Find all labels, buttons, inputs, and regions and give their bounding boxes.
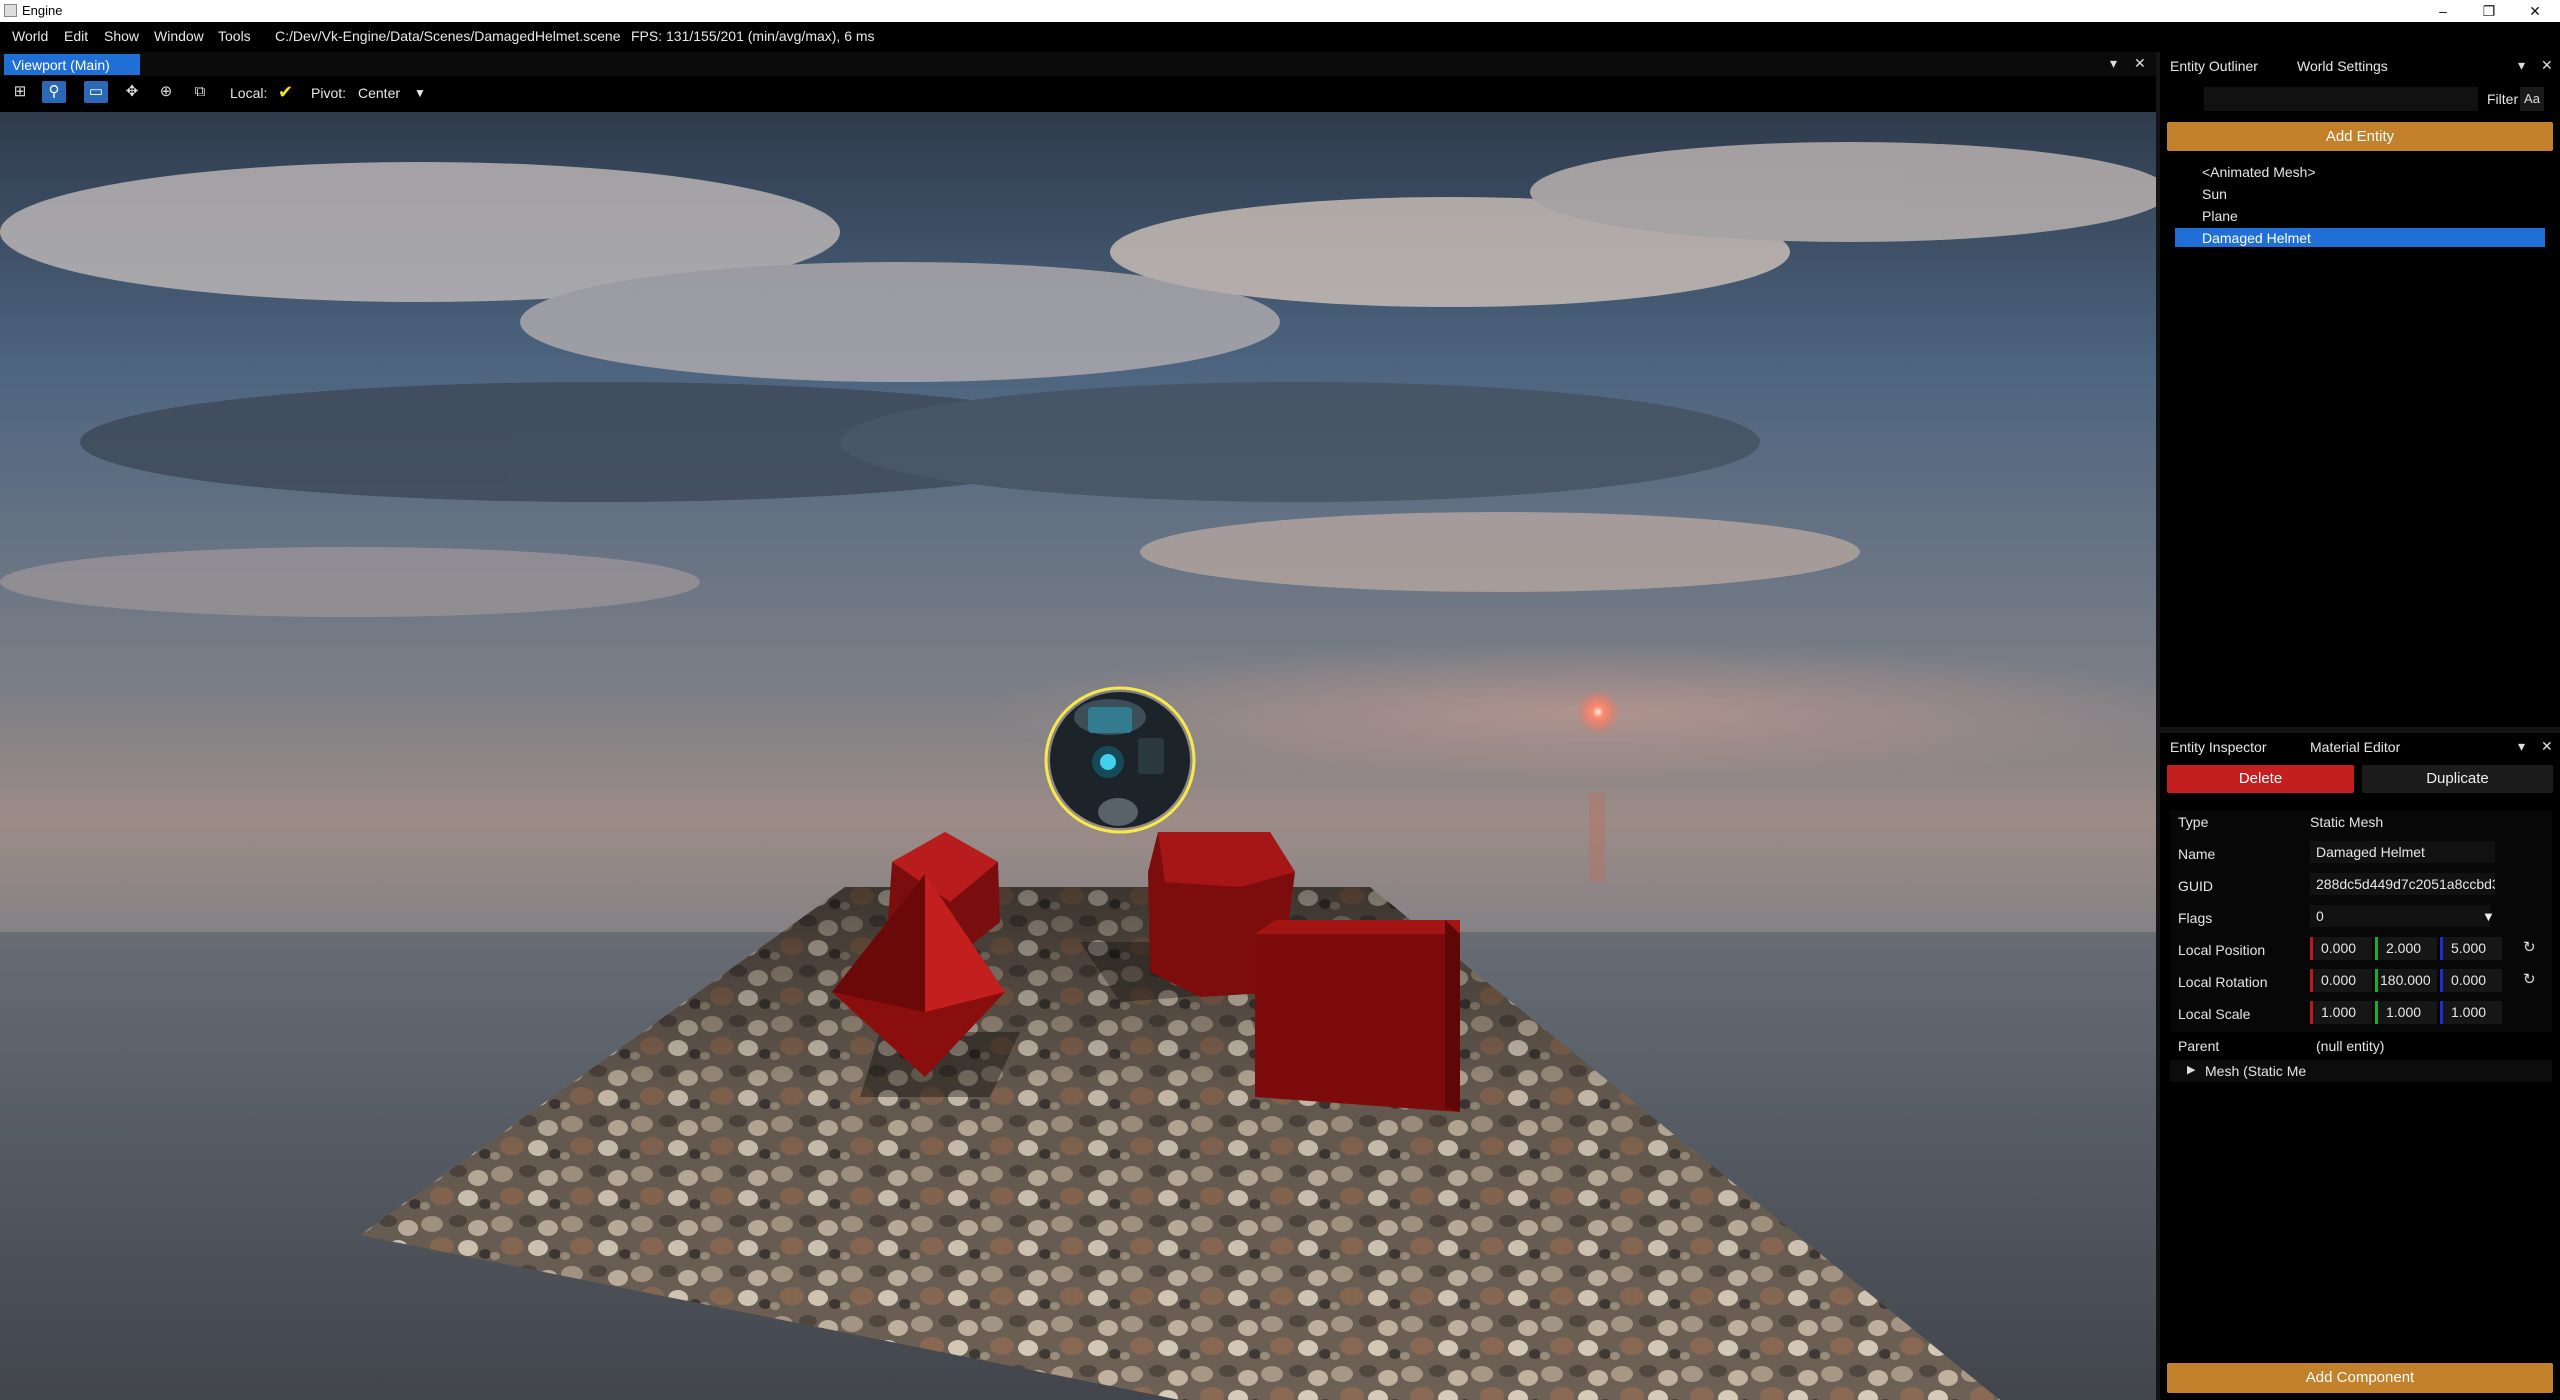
selected-helmet xyxy=(1044,686,1196,834)
rotation-x-field[interactable]: 0.000 xyxy=(2310,969,2372,992)
viewport-tab-bar: Viewport (Main) ▾ ✕ xyxy=(0,52,2156,76)
flags-label: Flags xyxy=(2178,910,2213,926)
local-checkbox-icon[interactable]: ✔ xyxy=(278,82,293,103)
scale-x-field[interactable]: 1.000 xyxy=(2310,1001,2372,1024)
menu-edit[interactable]: Edit xyxy=(64,28,88,44)
flags-dropdown-icon[interactable]: ▼ xyxy=(2482,909,2495,924)
parent-label: Parent xyxy=(2178,1038,2220,1054)
menu-window[interactable]: Window xyxy=(154,28,204,44)
delete-button[interactable]: Delete xyxy=(2167,765,2354,793)
position-y-field[interactable]: 2.000 xyxy=(2375,937,2437,960)
parent-value[interactable]: (null entity) xyxy=(2316,1038,2384,1054)
guid-label: GUID xyxy=(2178,878,2213,894)
close-icon[interactable]: ✕ xyxy=(2134,55,2146,72)
tab-material-editor[interactable]: Material Editor xyxy=(2310,739,2400,755)
entity-plane[interactable]: Plane xyxy=(2202,206,2560,225)
local-position-label: Local Position xyxy=(2178,942,2266,958)
add-component-button[interactable]: Add Component xyxy=(2167,1363,2553,1393)
viewport-panel: Viewport (Main) ▾ ✕ ⊞ ⚲ ▭ ✥ ⊕ ⧉ Local: ✔… xyxy=(0,52,2156,1400)
menu-bar: World Edit Show Window Tools C:/Dev/Vk-E… xyxy=(0,22,2560,52)
restore-button[interactable]: ❐ xyxy=(2466,0,2512,22)
entity-damaged-helmet[interactable]: Damaged Helmet xyxy=(2175,228,2545,247)
mesh-component-label: Mesh (Static Me xyxy=(2205,1063,2307,1079)
tab-entity-inspector[interactable]: Entity Inspector xyxy=(2170,739,2267,755)
filter-label: Filter xyxy=(2487,91,2519,107)
app-icon xyxy=(4,4,17,17)
close-icon[interactable]: ✕ xyxy=(2541,738,2553,755)
name-field[interactable]: Damaged Helmet xyxy=(2310,841,2495,863)
guid-field[interactable]: 288dc5d449d7c2051a8ccbd3 xyxy=(2310,873,2495,895)
pivot-label: Pivot: xyxy=(311,85,347,101)
scale-tool-icon[interactable]: ⧉ xyxy=(188,81,212,103)
grid-toggle-icon[interactable]: ⊞ xyxy=(8,81,32,103)
pivot-value[interactable]: Center xyxy=(358,85,400,101)
type-value: Static Mesh xyxy=(2310,814,2384,830)
filter-input[interactable] xyxy=(2204,87,2478,111)
tab-entity-outliner[interactable]: Entity Outliner xyxy=(2170,58,2258,74)
reset-rotation-icon[interactable]: ↻ xyxy=(2523,970,2536,988)
menu-tools[interactable]: Tools xyxy=(218,28,251,44)
tab-viewport-main[interactable]: Viewport (Main) xyxy=(4,54,140,75)
menu-show[interactable]: Show xyxy=(104,28,139,44)
position-z-field[interactable]: 5.000 xyxy=(2440,937,2502,960)
menu-world[interactable]: World xyxy=(12,28,48,44)
expand-arrow-icon[interactable]: ▶ xyxy=(2187,1063,2195,1076)
add-entity-button[interactable]: Add Entity xyxy=(2167,122,2553,151)
title-bar: Engine – ❐ ✕ xyxy=(0,0,2560,22)
entity-inspector-panel: Entity Inspector Material Editor ▾ ✕ Del… xyxy=(2160,733,2560,1400)
match-case-button[interactable]: Aa xyxy=(2520,87,2544,111)
fps-readout: FPS: 131/155/201 (min/avg/max), 6 ms xyxy=(631,28,875,44)
name-label: Name xyxy=(2178,846,2216,862)
close-window-button[interactable]: ✕ xyxy=(2512,0,2558,22)
local-scale-label: Local Scale xyxy=(2178,1006,2251,1022)
rotation-y-field[interactable]: 180.000 xyxy=(2375,969,2437,992)
tab-world-settings[interactable]: World Settings xyxy=(2297,58,2388,74)
scale-y-field[interactable]: 1.000 xyxy=(2375,1001,2437,1024)
scene-render[interactable] xyxy=(0,112,2156,1400)
scene-path: C:/Dev/Vk-Engine/Data/Scenes/DamagedHelm… xyxy=(275,28,621,44)
entity-outliner-panel: Entity Outliner World Settings ▾ ✕ Filte… xyxy=(2160,52,2560,727)
reset-position-icon[interactable]: ↻ xyxy=(2523,938,2536,956)
flags-select[interactable]: 0 xyxy=(2310,905,2490,927)
entity-animated-mesh[interactable]: <Animated Mesh> xyxy=(2202,162,2560,181)
entity-sun[interactable]: Sun xyxy=(2202,184,2560,203)
panel-menu-icon[interactable]: ▾ xyxy=(2518,57,2525,74)
scale-z-field[interactable]: 1.000 xyxy=(2440,1001,2502,1024)
pivot-dropdown-icon[interactable]: ▼ xyxy=(414,86,426,100)
duplicate-button[interactable]: Duplicate xyxy=(2362,765,2553,793)
minimize-button[interactable]: – xyxy=(2420,0,2466,22)
scene-canvas xyxy=(0,112,2156,1400)
rotation-z-field[interactable]: 0.000 xyxy=(2440,969,2502,992)
type-label: Type xyxy=(2178,814,2209,830)
position-x-field[interactable]: 0.000 xyxy=(2310,937,2372,960)
close-icon[interactable]: ✕ xyxy=(2541,57,2553,74)
rotate-tool-icon[interactable]: ⊕ xyxy=(154,81,178,103)
local-label: Local: xyxy=(230,85,268,101)
viewport-toolbar: ⊞ ⚲ ▭ ✥ ⊕ ⧉ Local: ✔ Pivot: Center ▼ xyxy=(0,76,2156,112)
local-rotation-label: Local Rotation xyxy=(2178,974,2268,990)
panel-menu-icon[interactable]: ▾ xyxy=(2518,738,2525,755)
panel-menu-icon[interactable]: ▾ xyxy=(2110,55,2117,72)
select-tool-icon[interactable]: ▭ xyxy=(84,81,108,103)
move-tool-icon[interactable]: ✥ xyxy=(120,81,144,103)
window-title: Engine xyxy=(22,3,63,18)
hierarchy-view-icon[interactable]: ⚲ xyxy=(42,81,66,103)
